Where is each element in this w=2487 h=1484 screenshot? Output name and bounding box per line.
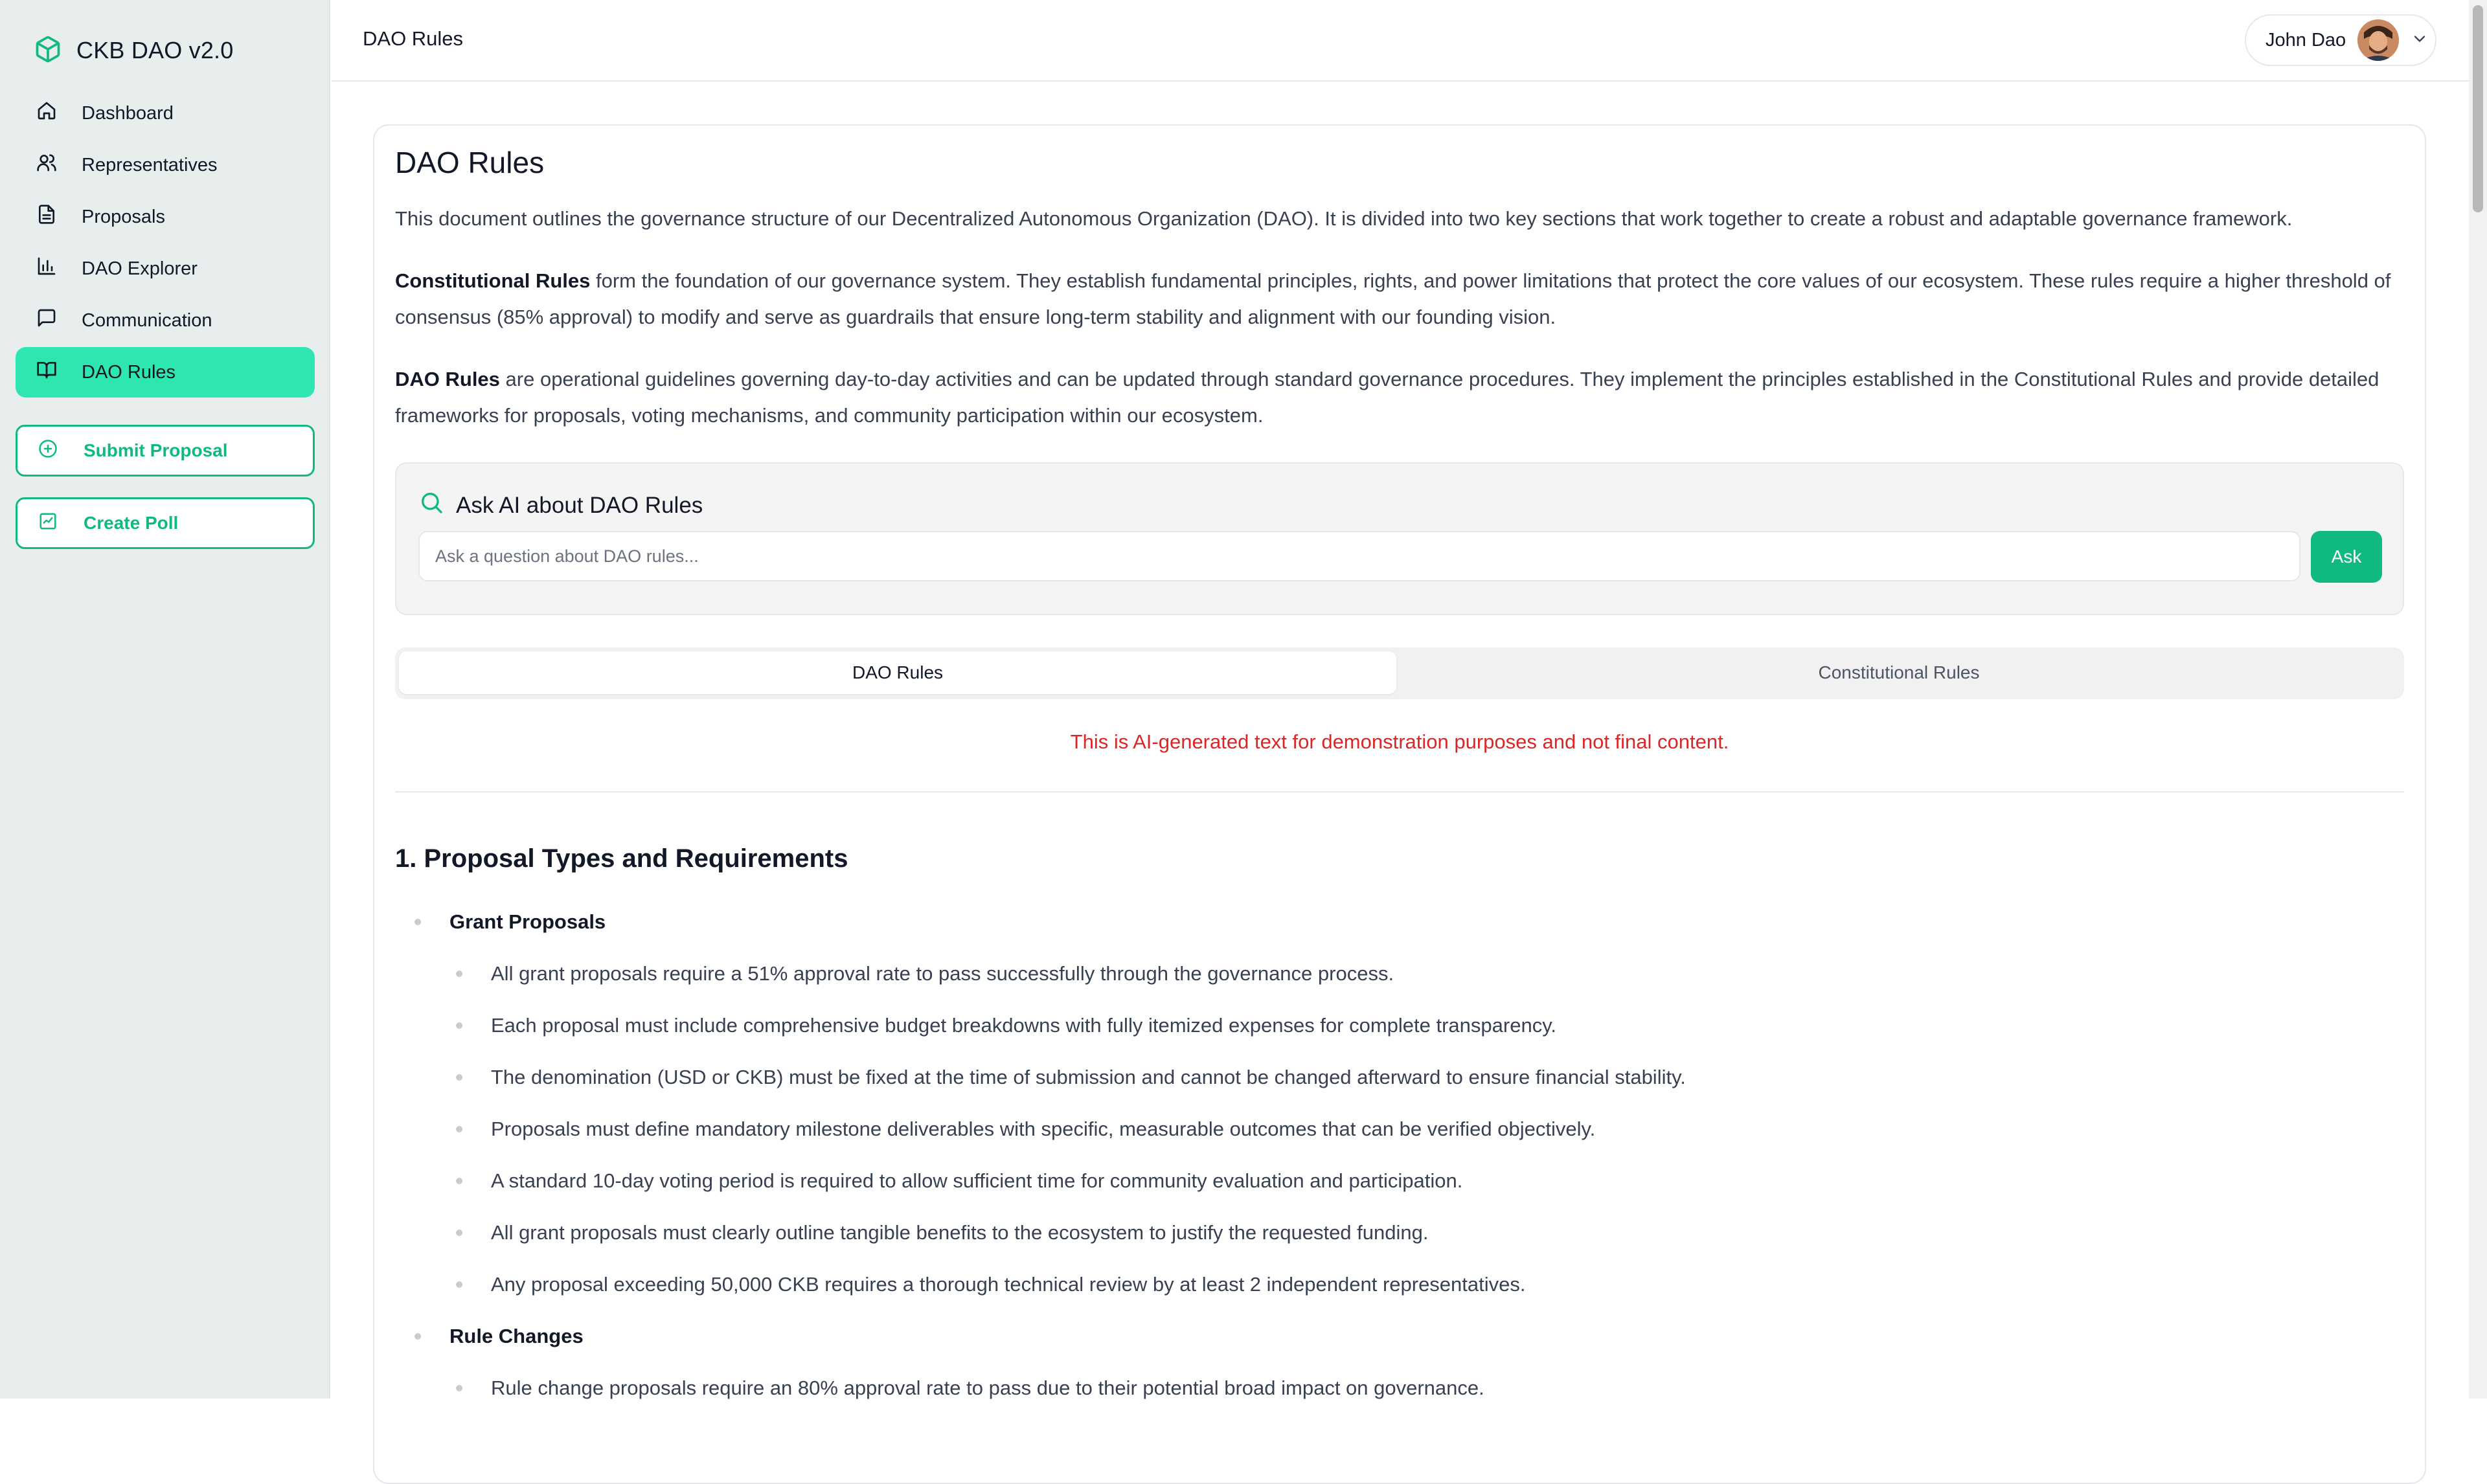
create-poll-button[interactable]: Create Poll xyxy=(16,497,315,549)
rules-tabs: DAO Rules Constitutional Rules xyxy=(395,647,2404,699)
scrollbar-thumb[interactable] xyxy=(2473,5,2483,212)
sidebar-item-dao-rules[interactable]: DAO Rules xyxy=(16,347,315,398)
user-name: John Dao xyxy=(2266,29,2346,51)
list-item: All grant proposals require a 51% approv… xyxy=(456,962,1394,985)
section-heading: 1. Proposal Types and Requirements xyxy=(395,844,848,873)
dao-rules-paragraph: DAO Rules are operational guidelines gov… xyxy=(395,361,2403,434)
list-item: The denomination (USD or CKB) must be fi… xyxy=(456,1066,1686,1089)
plus-circle-icon xyxy=(38,439,58,463)
rules-card: DAO Rules This document outlines the gov… xyxy=(373,124,2426,1484)
poll-icon xyxy=(38,512,58,535)
cube-logo-icon xyxy=(34,35,62,67)
list-item: Each proposal must include comprehensive… xyxy=(456,1014,1556,1037)
dao-rules-term: DAO Rules xyxy=(395,368,500,390)
page-scrollbar[interactable] xyxy=(2469,0,2487,1399)
message-icon xyxy=(36,308,57,333)
sidebar-item-communication[interactable]: Communication xyxy=(16,295,315,346)
brand[interactable]: CKB DAO v2.0 xyxy=(34,32,233,69)
document-icon xyxy=(36,204,57,230)
list-group-title: Grant Proposals xyxy=(414,910,606,934)
sidebar-item-dao-explorer[interactable]: DAO Explorer xyxy=(16,243,315,294)
ask-ai-heading: Ask AI about DAO Rules xyxy=(418,489,703,521)
create-poll-label: Create Poll xyxy=(84,513,179,533)
search-icon xyxy=(418,489,444,521)
user-menu[interactable]: John Dao xyxy=(2245,14,2436,66)
constitutional-rules-term: Constitutional Rules xyxy=(395,269,591,292)
submit-proposal-label: Submit Proposal xyxy=(84,440,228,460)
book-open-icon xyxy=(36,359,57,385)
sidebar-item-label: Communication xyxy=(82,309,212,331)
list-item: A standard 10-day voting period is requi… xyxy=(456,1169,1462,1193)
bar-chart-icon xyxy=(36,256,57,282)
tab-dao-rules[interactable]: DAO Rules xyxy=(399,651,1396,694)
home-icon xyxy=(36,100,57,126)
list-group-title: Rule Changes xyxy=(414,1325,584,1348)
brand-name: CKB DAO v2.0 xyxy=(76,37,234,63)
list-item: All grant proposals must clearly outline… xyxy=(456,1221,1428,1244)
sidebar: CKB DAO v2.0 Dashboard Representatives P… xyxy=(0,0,330,1399)
sidebar-item-representatives[interactable]: Representatives xyxy=(16,140,315,190)
header-title: DAO Rules xyxy=(363,27,464,50)
list-item: Proposals must define mandatory mileston… xyxy=(456,1118,1595,1141)
dao-rules-text: are operational guidelines governing day… xyxy=(395,368,2379,427)
page-title: DAO Rules xyxy=(395,146,545,179)
sidebar-item-dashboard[interactable]: Dashboard xyxy=(16,88,315,139)
ask-ai-title: Ask AI about DAO Rules xyxy=(456,492,703,518)
ask-ai-panel: Ask AI about DAO Rules Ask xyxy=(395,462,2404,615)
sidebar-item-label: Representatives xyxy=(82,154,218,175)
ask-ai-input[interactable] xyxy=(418,531,2300,581)
ask-button[interactable]: Ask xyxy=(2311,531,2382,583)
users-icon xyxy=(36,152,57,178)
sidebar-item-label: Proposals xyxy=(82,206,165,227)
constitutional-rules-text: form the foundation of our governance sy… xyxy=(395,269,2391,328)
top-header: DAO Rules John Dao xyxy=(332,0,2469,82)
constitutional-rules-paragraph: Constitutional Rules form the foundation… xyxy=(395,263,2403,335)
tab-constitutional-rules[interactable]: Constitutional Rules xyxy=(1400,651,2398,694)
list-item: Rule change proposals require an 80% app… xyxy=(456,1377,1484,1400)
intro-paragraph: This document outlines the governance st… xyxy=(395,207,2293,230)
sidebar-item-label: Dashboard xyxy=(82,102,174,124)
list-item: Any proposal exceeding 50,000 CKB requir… xyxy=(456,1273,1526,1296)
sidebar-item-proposals[interactable]: Proposals xyxy=(16,192,315,242)
sidebar-nav: Dashboard Representatives Proposals DAO … xyxy=(16,88,315,399)
ai-generated-notice: This is AI-generated text for demonstrat… xyxy=(1070,730,1729,753)
divider xyxy=(395,791,2404,793)
submit-proposal-button[interactable]: Submit Proposal xyxy=(16,425,315,477)
avatar xyxy=(2357,19,2400,61)
sidebar-item-label: DAO Rules xyxy=(82,361,176,383)
sidebar-item-label: DAO Explorer xyxy=(82,258,198,279)
chevron-down-icon xyxy=(2411,30,2429,51)
